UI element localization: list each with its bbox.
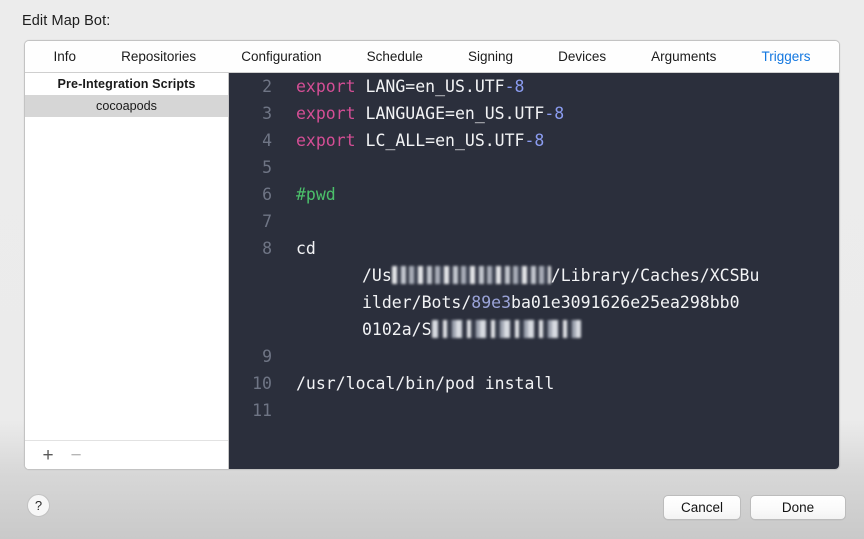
line-number: 2 xyxy=(262,77,272,96)
code-line: 8 cd/Users/longusername/Library/Caches/X… xyxy=(229,235,839,343)
code-token-plain: LC_ALL=en_US.UTF xyxy=(355,131,525,150)
path-visible-suffix: /Library/Caches/XCSBu xyxy=(550,266,760,285)
code-wrapped-path-line-1: /Users/longusername/Library/Caches/XCSBu xyxy=(296,266,759,285)
cancel-button[interactable]: Cancel xyxy=(663,495,741,520)
script-list[interactable]: Pre-Integration Scripts cocoapods xyxy=(25,73,228,440)
tab-bar: Info Repositories Configuration Schedule… xyxy=(25,41,839,73)
remove-script-button[interactable]: − xyxy=(63,444,89,468)
script-code-editor[interactable]: 2 export LANG=en_US.UTF-8 3 export LANGU… xyxy=(229,73,839,469)
tab-devices[interactable]: Devices xyxy=(536,41,629,72)
code-line: 2 export LANG=en_US.UTF-8 xyxy=(229,73,839,100)
tab-info[interactable]: Info xyxy=(31,41,99,72)
done-button[interactable]: Done xyxy=(750,495,846,520)
code-line: 4 export LC_ALL=en_US.UTF-8 xyxy=(229,127,839,154)
path-bots-prefix: ilder/Bots/ xyxy=(362,293,472,312)
help-button[interactable]: ? xyxy=(27,494,50,517)
bot-id-rest: ba01e3091626e25ea298bb0 xyxy=(511,293,740,312)
path-tail-prefix: 0102a/S xyxy=(362,320,432,339)
script-list-pane: Pre-Integration Scripts cocoapods + − xyxy=(25,73,229,469)
line-number: 5 xyxy=(262,158,272,177)
redacted-username: ers/longusername xyxy=(392,262,551,289)
code-text: /usr/local/bin/pod install xyxy=(281,370,839,397)
redacted-project-name: ourceNameHidden xyxy=(432,316,581,343)
code-token-number: -8 xyxy=(544,104,565,123)
code-token-plain: LANG=en_US.UTF xyxy=(355,77,505,96)
code-text: cd/Users/longusername/Library/Caches/XCS… xyxy=(281,235,839,343)
line-number: 11 xyxy=(252,401,272,420)
code-token-plain: LANGUAGE=en_US.UTF xyxy=(355,104,545,123)
tab-triggers[interactable]: Triggers xyxy=(739,41,833,72)
list-item-cocoapods[interactable]: cocoapods xyxy=(25,95,228,117)
script-group-header: Pre-Integration Scripts xyxy=(25,74,228,95)
tab-signing[interactable]: Signing xyxy=(445,41,535,72)
line-number: 4 xyxy=(262,131,272,150)
code-line: 3 export LANGUAGE=en_US.UTF-8 xyxy=(229,100,839,127)
code-token-number: -8 xyxy=(504,77,525,96)
code-token-plain: /usr/local/bin/pod install xyxy=(296,374,555,393)
code-token-keyword: export xyxy=(296,77,356,96)
code-token-keyword: export xyxy=(296,104,356,123)
code-token-number: -8 xyxy=(524,131,545,150)
code-line: 9 xyxy=(229,343,839,370)
line-number: 6 xyxy=(262,185,272,204)
tab-repositories[interactable]: Repositories xyxy=(99,41,219,72)
code-wrapped-path-line-2: ilder/Bots/89e3ba01e3091626e25ea298bb0 xyxy=(296,293,740,312)
edit-bot-sheet: Edit Map Bot: Info Repositories Configur… xyxy=(0,0,864,539)
path-visible-prefix: /Us xyxy=(362,266,392,285)
line-number: 7 xyxy=(262,212,272,231)
code-text: export LANGUAGE=en_US.UTF-8 xyxy=(281,100,839,127)
code-wrapped-path-line-3: 0102a/SourceNameHidden xyxy=(296,320,581,339)
line-number: 3 xyxy=(262,104,272,123)
script-list-toolbar: + − xyxy=(25,440,228,469)
line-number: 10 xyxy=(252,374,272,393)
tab-panel: Info Repositories Configuration Schedule… xyxy=(24,40,840,470)
code-line: 11 xyxy=(229,397,839,424)
code-token-plain: cd xyxy=(296,239,316,258)
tab-schedule[interactable]: Schedule xyxy=(344,41,445,72)
tab-configuration[interactable]: Configuration xyxy=(219,41,344,72)
code-token-keyword: export xyxy=(296,131,356,150)
bot-id-highlight: 89e3 xyxy=(471,293,512,312)
code-token-comment: #pwd xyxy=(296,185,336,204)
code-line: 10 /usr/local/bin/pod install xyxy=(229,370,839,397)
panel-body: Pre-Integration Scripts cocoapods + − 2 … xyxy=(25,73,839,469)
tab-arguments[interactable]: Arguments xyxy=(629,41,739,72)
page-title: Edit Map Bot: xyxy=(22,13,111,29)
code-line: 7 xyxy=(229,208,839,235)
add-script-button[interactable]: + xyxy=(35,444,61,468)
code-line: 5 xyxy=(229,154,839,181)
code-line: 6 #pwd xyxy=(229,181,839,208)
line-number: 8 xyxy=(262,239,272,258)
code-text: export LC_ALL=en_US.UTF-8 xyxy=(281,127,839,154)
code-text: export LANG=en_US.UTF-8 xyxy=(281,73,839,100)
line-number: 9 xyxy=(262,347,272,366)
code-text: #pwd xyxy=(281,181,839,208)
